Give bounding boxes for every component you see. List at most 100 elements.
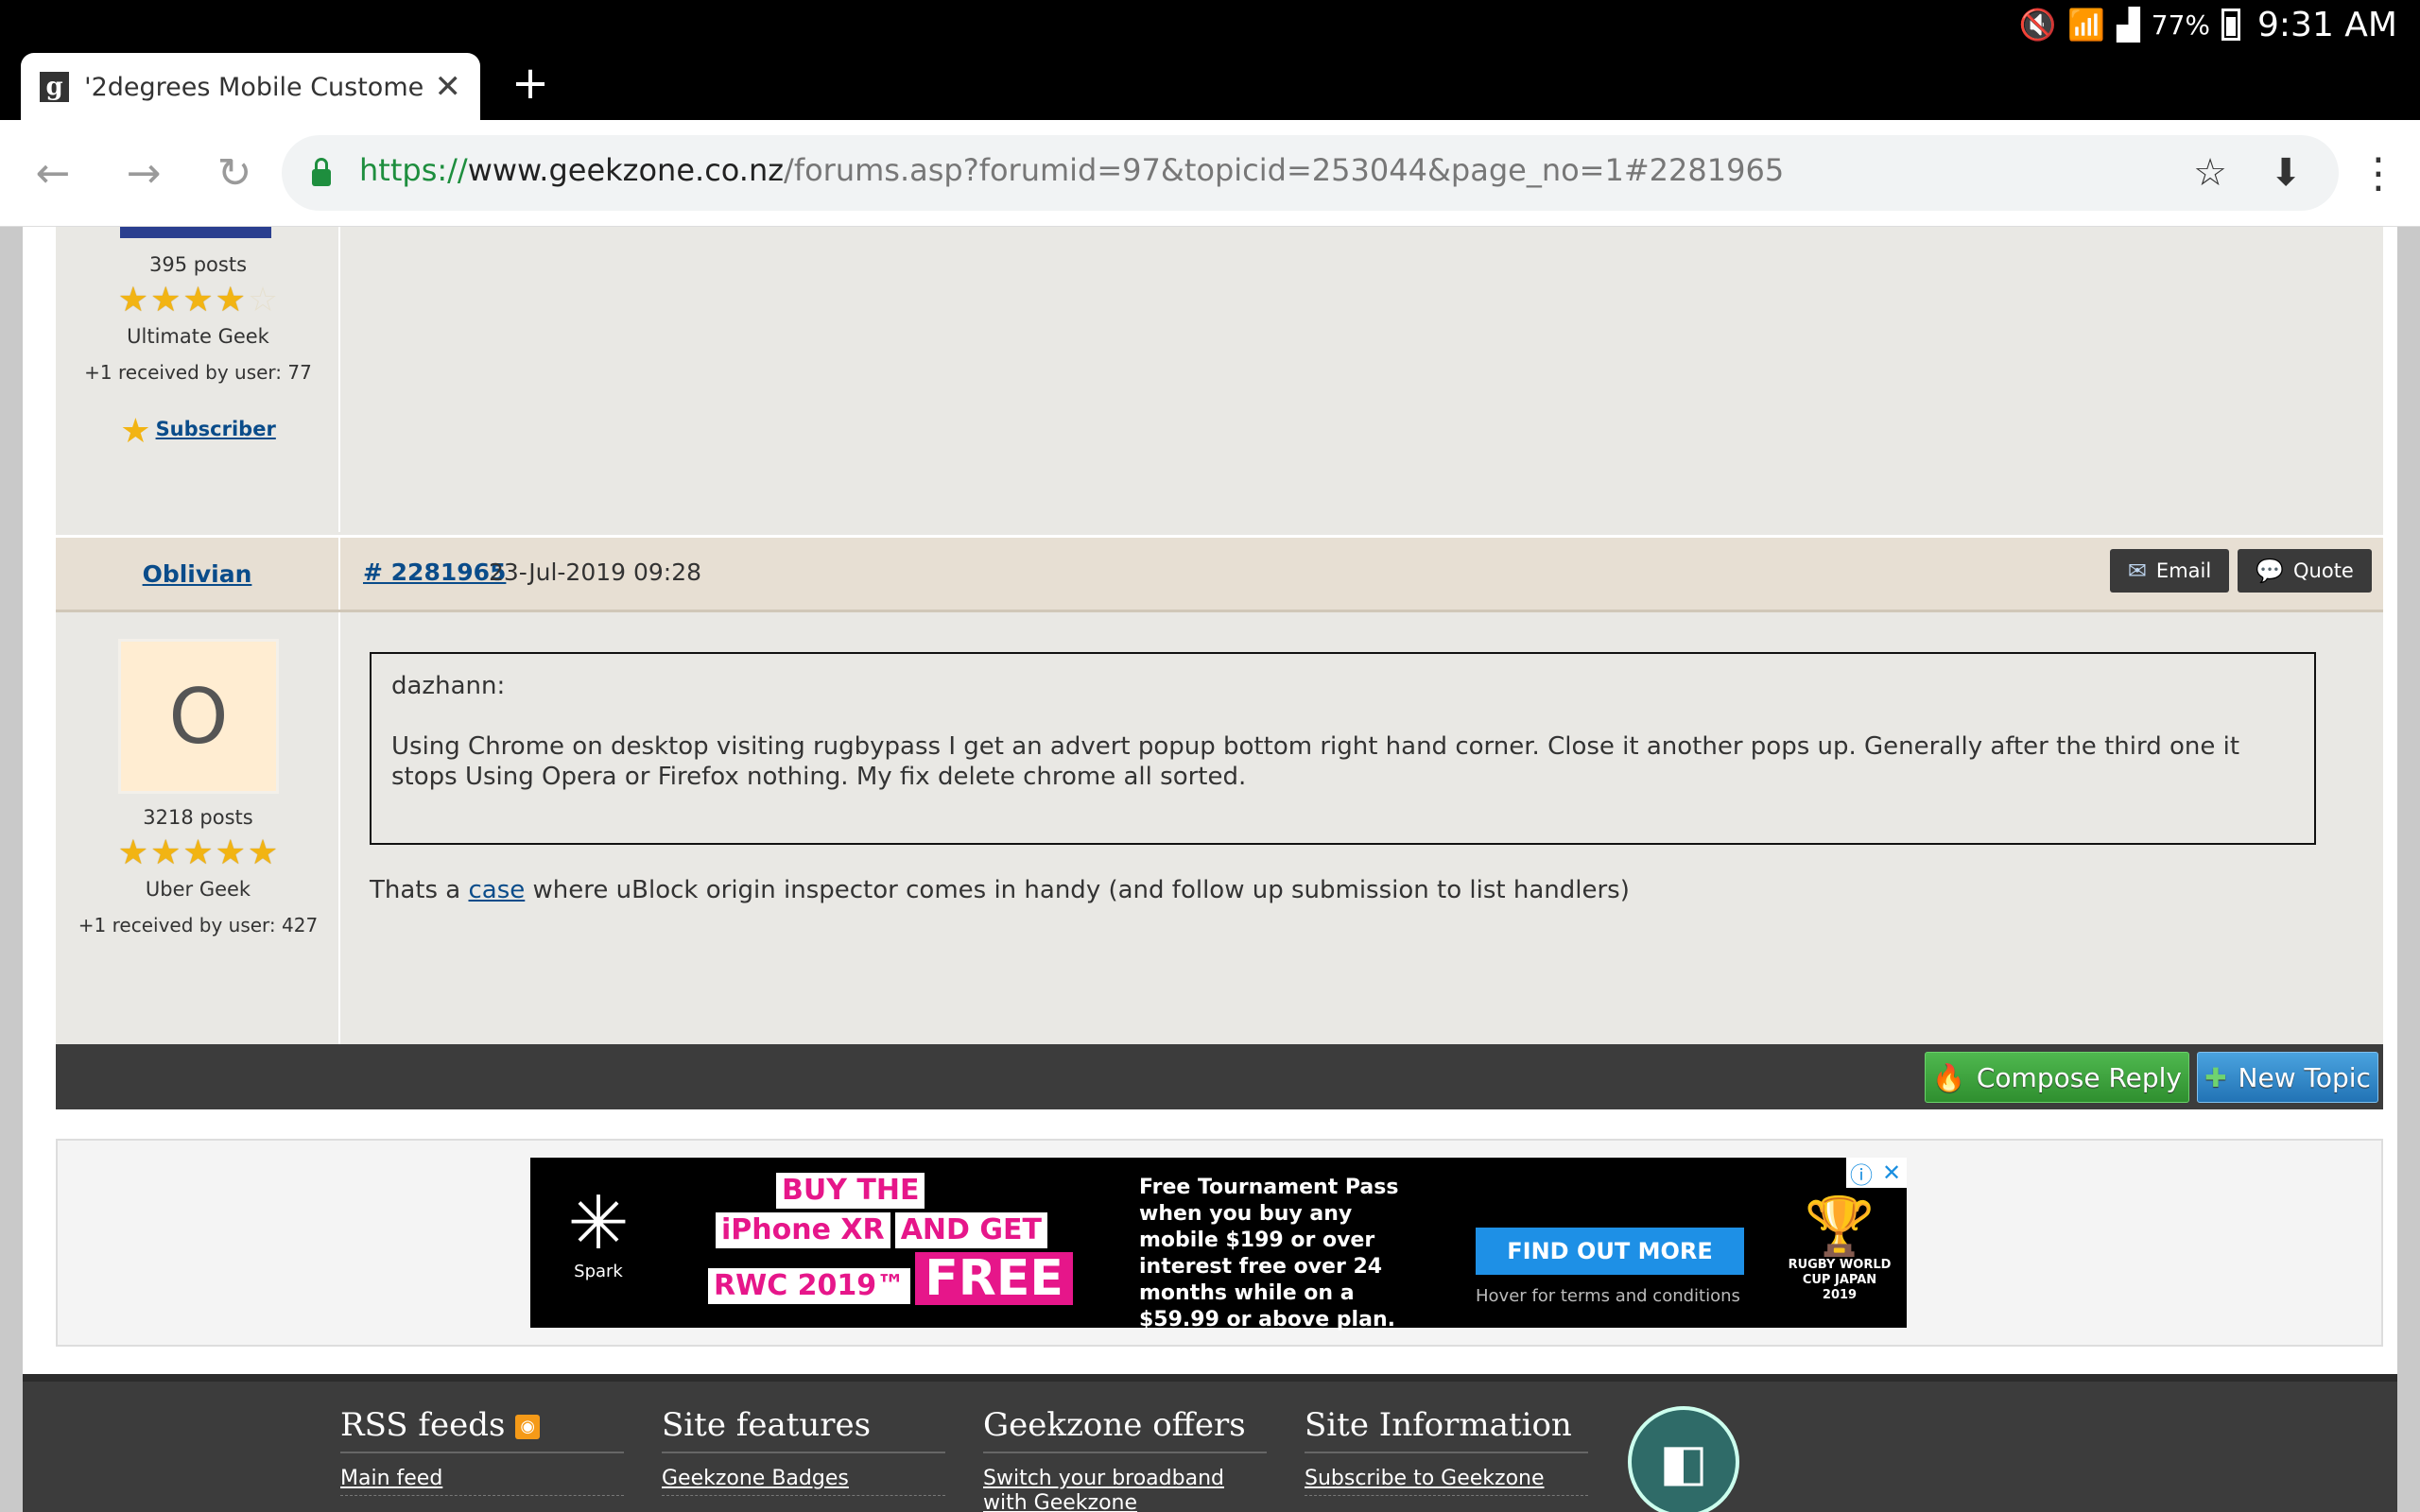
new-topic-label: New Topic	[2238, 1061, 2371, 1093]
web-page: 395 posts ★ ★ ★ ★ ☆ Ultimate Geek +1 receive…	[23, 227, 2397, 1512]
find-out-more-button[interactable]: FIND OUT MORE	[1476, 1228, 1744, 1275]
star-icon: ★	[150, 833, 182, 872]
star-icon: ★	[150, 281, 182, 319]
quote-button[interactable]: 💬 Quote	[2238, 549, 2372, 593]
footer-badges-link[interactable]: Geekzone Badges	[662, 1467, 945, 1496]
spark-advert[interactable]: ✳ Spark BUY THE iPhone XR AND GET RWC 20…	[530, 1158, 1907, 1332]
battery-percent: 77%	[2151, 9, 2211, 41]
previous-user-plusone: +1 received by user: 77	[84, 361, 312, 384]
address-bar[interactable]: https://www.geekzone.co.nz/forums.asp?fo…	[282, 135, 2339, 211]
post-user-info: O 3218 posts ★ ★ ★ ★ ★ Uber Geek +1 received…	[56, 612, 340, 1044]
compose-reply-button[interactable]: 🔥 Compose Reply	[1925, 1052, 2189, 1103]
post-body: dazhann: Using Chrome on desktop visitin…	[340, 612, 2383, 1044]
footer-broadband-link[interactable]: Switch your broadband with Geekzone	[983, 1467, 1267, 1512]
trophy-icon: 🏆	[1804, 1194, 1876, 1260]
active-tab[interactable]: g '2degrees Mobile Customer I ✕	[21, 53, 480, 121]
tab-strip: g '2degrees Mobile Customer I ✕ +	[0, 49, 2420, 121]
mute-icon: 🔇	[2018, 7, 2057, 43]
footer-features-column: Site features Geekzone Badges	[662, 1406, 945, 1496]
user-post-count: 3218 posts	[143, 806, 253, 829]
star-icon: ★	[117, 281, 149, 319]
avatar[interactable]: O	[118, 639, 279, 794]
tab-title: '2degrees Mobile Customer I	[84, 72, 425, 102]
email-button[interactable]: ✉ Email	[2110, 549, 2229, 593]
user-rank: Uber Geek	[145, 878, 251, 901]
reply-text: Thats a case where uBlock origin inspect…	[370, 876, 1630, 904]
previous-user-rank: Ultimate Geek	[127, 325, 269, 348]
back-arrow-icon[interactable]: ←	[26, 146, 79, 199]
quoted-author: dazhann:	[391, 672, 506, 700]
flame-icon: 🔥	[1932, 1061, 1965, 1093]
rss-icon[interactable]: ◉	[515, 1415, 541, 1439]
star-icon: ★	[182, 833, 214, 872]
url-text[interactable]: https://www.geekzone.co.nz/forums.asp?fo…	[359, 152, 1784, 188]
rwc-logo: 🏆 RUGBY WORLD CUP JAPAN 2019	[1788, 1195, 1892, 1303]
advert-container: ✳ Spark BUY THE iPhone XR AND GET RWC 20…	[56, 1139, 2383, 1347]
compose-reply-label: Compose Reply	[1976, 1061, 2182, 1093]
bookmark-star-icon[interactable]: ☆	[2186, 148, 2235, 198]
subscriber-link[interactable]: Subscriber	[156, 418, 276, 440]
footer-subscribe-link[interactable]: Subscribe to Geekzone	[1305, 1467, 1588, 1496]
user-plusone: +1 received by user: 427	[78, 914, 319, 936]
plus-icon: ✚	[2204, 1061, 2227, 1093]
previous-post-user-info: 395 posts ★ ★ ★ ★ ☆ Ultimate Geek +1 receive…	[56, 227, 340, 532]
battery-icon	[2221, 9, 2241, 41]
geekzone-favicon-icon: g	[40, 72, 70, 102]
footer-offers-column: Geekzone offers Switch your broadband wi…	[983, 1406, 1267, 1512]
site-footer: RSS feeds ◉ Main feed Site features Geek…	[23, 1374, 2397, 1512]
overflow-menu-icon[interactable]: ⋮	[2358, 146, 2399, 199]
spark-logo: ✳ Spark	[551, 1186, 646, 1290]
quoted-message: dazhann: Using Chrome on desktop visitin…	[370, 652, 2316, 845]
spark-brand-text: Spark	[574, 1262, 623, 1281]
ad-line3b: FREE	[915, 1252, 1073, 1305]
star-icon: ★	[215, 833, 246, 872]
reload-icon[interactable]: ↻	[208, 146, 261, 199]
footer-offers-title: Geekzone offers	[983, 1406, 1267, 1453]
download-icon[interactable]: ⬇	[2261, 148, 2310, 198]
ad-headline: BUY THE iPhone XR AND GET RWC 2019™ FREE	[708, 1171, 1086, 1307]
footer-main-feed-link[interactable]: Main feed	[340, 1467, 624, 1496]
envelope-icon: ✉	[2127, 558, 2147, 584]
signal-icon: ▟	[2117, 7, 2140, 43]
post-header: Oblivian # 2281965 23-Jul-2019 09:28 ✉ E…	[56, 535, 2383, 612]
previous-user-avatar[interactable]	[120, 227, 271, 238]
new-tab-button[interactable]: +	[510, 53, 550, 113]
post-date: 23-Jul-2019 09:28	[489, 558, 702, 586]
rwc-logo-text: RUGBY WORLD CUP JAPAN 2019	[1788, 1258, 1892, 1302]
spark-burst-icon: ✳	[567, 1181, 630, 1266]
info-icon[interactable]: ⓘ	[1846, 1158, 1876, 1189]
forward-arrow-icon[interactable]: →	[117, 146, 170, 199]
ad-terms-note: Hover for terms and conditions	[1476, 1286, 1740, 1306]
footer-rss-title: RSS feeds	[340, 1406, 506, 1444]
star-icon: ★	[215, 281, 246, 319]
star-icon: ★	[247, 833, 279, 872]
previous-user-post-count: 395 posts	[148, 253, 248, 276]
footer-features-title: Site features	[662, 1406, 945, 1453]
geekzone-logo-icon[interactable]: ◧	[1628, 1406, 1739, 1512]
forum-thread: 395 posts ★ ★ ★ ★ ☆ Ultimate Geek +1 receive…	[56, 227, 2383, 1109]
star-icon: ★	[117, 833, 149, 872]
footer-info-title: Site Information	[1305, 1406, 1588, 1453]
ad-line2b: AND GET	[894, 1212, 1047, 1248]
close-ad-icon[interactable]: ✕	[1876, 1158, 1907, 1188]
post-author-link[interactable]: Oblivian	[56, 538, 340, 610]
clock: 9:31 AM	[2257, 5, 2397, 44]
subscriber-badge: ★ Subscriber	[56, 412, 340, 451]
new-topic-button[interactable]: ✚ New Topic	[2197, 1052, 2378, 1103]
ad-line3a: RWC 2019™	[708, 1268, 911, 1304]
ad-choices[interactable]: ⓘ ✕	[1846, 1158, 1907, 1189]
thread-action-bar: 🔥 Compose Reply ✚ New Topic	[56, 1044, 2383, 1109]
lock-icon	[312, 158, 331, 186]
footer-info-column: Site Information Subscribe to Geekzone	[1305, 1406, 1588, 1496]
quote-button-label: Quote	[2293, 559, 2354, 582]
wifi-icon: 📶	[2067, 7, 2106, 43]
close-tab-icon[interactable]: ✕	[435, 68, 462, 106]
footer-rss-column: RSS feeds ◉ Main feed	[340, 1406, 624, 1496]
case-link[interactable]: case	[469, 876, 526, 904]
post-permalink[interactable]: # 2281965	[363, 558, 506, 586]
status-bar: 🔇 📶 ▟ 77% 9:31 AM	[0, 0, 2420, 49]
email-button-label: Email	[2155, 559, 2212, 582]
ad-line2a: iPhone XR	[716, 1212, 890, 1248]
empty-star-icon: ☆	[247, 281, 279, 319]
browser-toolbar: ← → ↻ https://www.geekzone.co.nz/forums.…	[0, 120, 2420, 227]
